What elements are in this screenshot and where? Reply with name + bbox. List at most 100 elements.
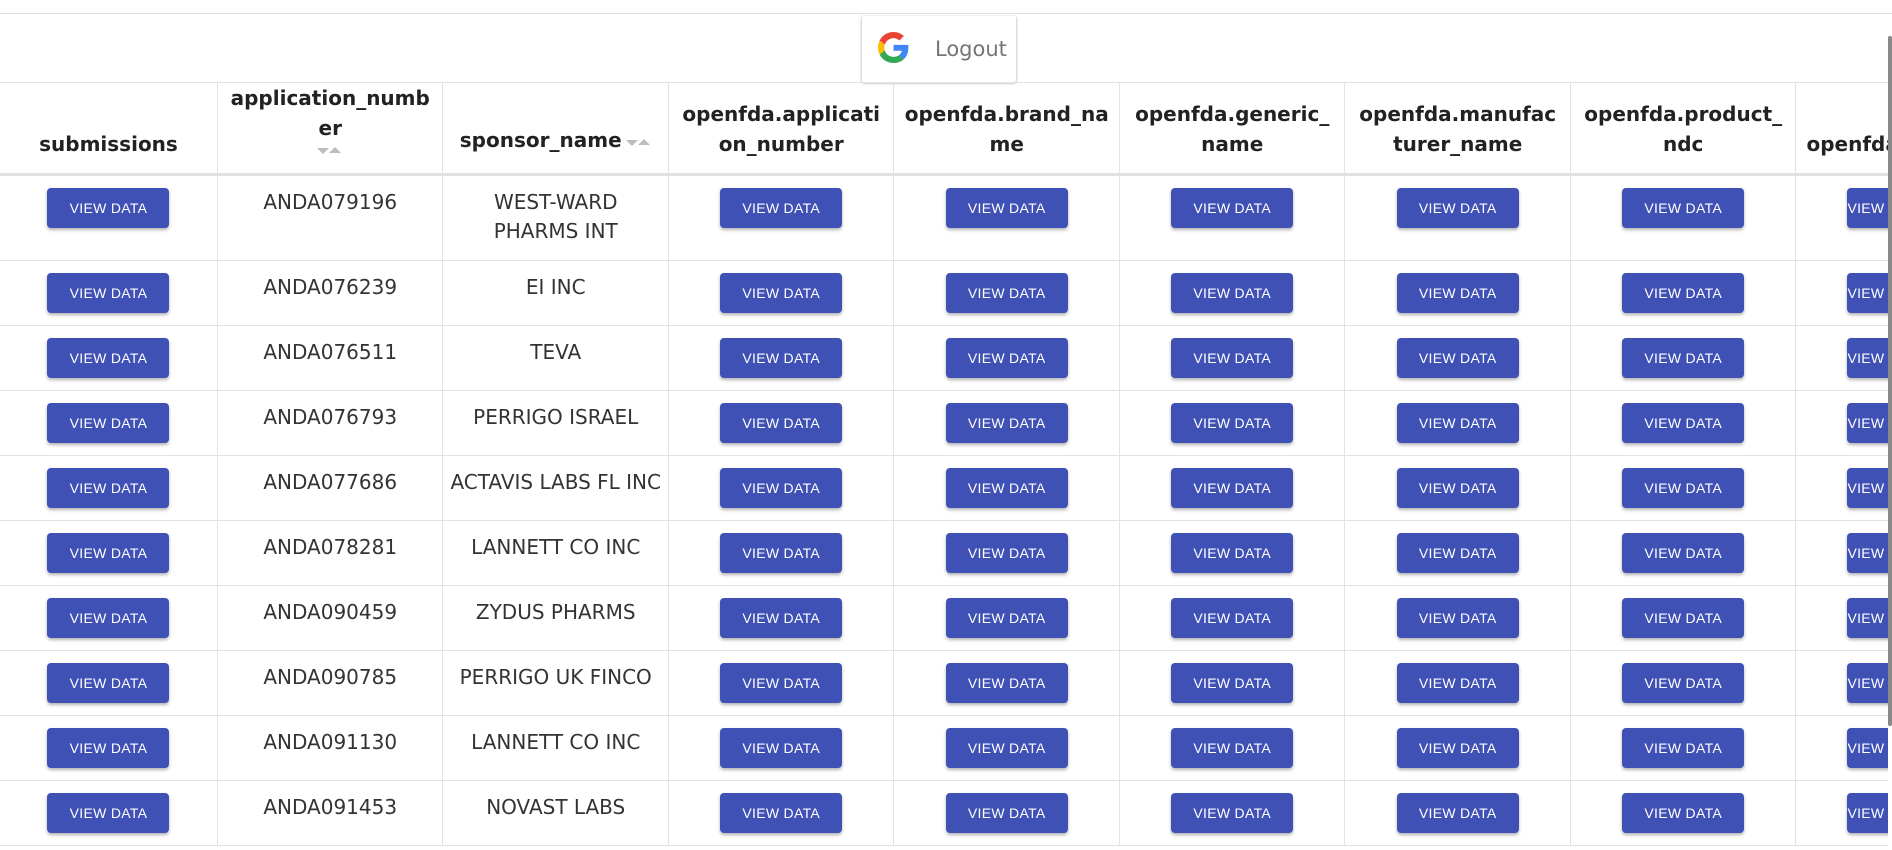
openfda-product-ndc-view-data-button[interactable]: VIEW DATA: [1622, 533, 1745, 573]
sort-arrows-icon[interactable]: [625, 137, 652, 147]
openfda-generic-name-view-data-button[interactable]: VIEW DATA: [1171, 598, 1294, 638]
submissions-cell: VIEW DATA: [0, 780, 218, 846]
column-header-submissions[interactable]: submissions: [0, 82, 218, 176]
openfda-generic-name-view-data-button[interactable]: VIEW DATA: [1171, 338, 1294, 378]
openfda-application-number-view-data-button[interactable]: VIEW DATA: [720, 663, 843, 703]
openfda-manufacturer-name-view-data-button[interactable]: VIEW DATA: [1396, 338, 1519, 378]
openfda-application-number-view-data-button[interactable]: VIEW DATA: [720, 728, 843, 768]
openfda-generic-name-view-data-button[interactable]: VIEW DATA: [1171, 188, 1294, 228]
column-header-label: openfda.manufacturer_name: [1359, 102, 1557, 156]
submissions-view-data-button[interactable]: VIEW DATA: [47, 338, 170, 378]
column-header-openfda-brand-name[interactable]: openfda.brand_name: [893, 82, 1120, 176]
column-header-openfda-generic-name[interactable]: openfda.generic_name: [1119, 82, 1346, 176]
openfda-more-view-data-button[interactable]: VIEW DATA: [1847, 728, 1888, 768]
openfda-generic-name-view-data-button[interactable]: VIEW DATA: [1171, 728, 1294, 768]
openfda-generic-name-view-data-button[interactable]: VIEW DATA: [1171, 468, 1294, 508]
openfda-generic-name-view-data-button[interactable]: VIEW DATA: [1171, 403, 1294, 443]
openfda-brand-name-view-data-button[interactable]: VIEW DATA: [945, 403, 1068, 443]
openfda-generic-name-view-data-button[interactable]: VIEW DATA: [1171, 533, 1294, 573]
sort-arrows-icon[interactable]: [317, 145, 343, 155]
openfda-product-ndc-view-data-button[interactable]: VIEW DATA: [1622, 338, 1745, 378]
openfda-application-number-view-data-button[interactable]: VIEW DATA: [720, 533, 843, 573]
openfda-product-ndc-view-data-button[interactable]: VIEW DATA: [1622, 793, 1745, 833]
openfda-manufacturer-name-view-data-button[interactable]: VIEW DATA: [1396, 468, 1519, 508]
openfda-application-number-view-data-button[interactable]: VIEW DATA: [720, 338, 843, 378]
openfda-more-view-data-button[interactable]: VIEW DATA: [1847, 403, 1888, 443]
application-number-cell: ANDA091130: [217, 715, 444, 781]
column-header-openfda-product-ndc[interactable]: openfda.product_ndc: [1570, 82, 1797, 176]
column-header-label: application_number: [230, 86, 430, 140]
openfda-application-number-view-data-button[interactable]: VIEW DATA: [720, 403, 843, 443]
openfda-product-ndc-view-data-button[interactable]: VIEW DATA: [1622, 468, 1745, 508]
openfda-generic-name-view-data-button[interactable]: VIEW DATA: [1171, 663, 1294, 703]
openfda-more-view-data-button[interactable]: VIEW DATA: [1847, 663, 1888, 703]
submissions-cell: VIEW DATA: [0, 174, 218, 261]
openfda-more-cell: VIEW DATA: [1795, 650, 1888, 716]
openfda-manufacturer-name-view-data-button[interactable]: VIEW DATA: [1396, 403, 1519, 443]
openfda-more-view-data-button[interactable]: VIEW DATA: [1847, 188, 1888, 228]
openfda-application-number-view-data-button[interactable]: VIEW DATA: [720, 188, 843, 228]
openfda-product-ndc-cell: VIEW DATA: [1570, 585, 1797, 651]
openfda-product-ndc-view-data-button[interactable]: VIEW DATA: [1622, 273, 1745, 313]
openfda-generic-name-cell: VIEW DATA: [1119, 174, 1346, 261]
openfda-product-ndc-view-data-button[interactable]: VIEW DATA: [1622, 403, 1745, 443]
column-header-openfda-more[interactable]: openfda: [1795, 82, 1888, 176]
openfda-application-number-cell: VIEW DATA: [668, 325, 895, 391]
openfda-manufacturer-name-view-data-button[interactable]: VIEW DATA: [1396, 793, 1519, 833]
submissions-view-data-button[interactable]: VIEW DATA: [47, 598, 170, 638]
application-number-cell: ANDA079196: [217, 174, 444, 261]
openfda-more-view-data-button[interactable]: VIEW DATA: [1847, 273, 1888, 313]
submissions-view-data-button[interactable]: VIEW DATA: [47, 403, 170, 443]
submissions-view-data-button[interactable]: VIEW DATA: [47, 793, 170, 833]
openfda-brand-name-view-data-button[interactable]: VIEW DATA: [945, 793, 1068, 833]
openfda-generic-name-view-data-button[interactable]: VIEW DATA: [1171, 273, 1294, 313]
openfda-brand-name-view-data-button[interactable]: VIEW DATA: [945, 468, 1068, 508]
openfda-brand-name-view-data-button[interactable]: VIEW DATA: [945, 728, 1068, 768]
openfda-more-view-data-button[interactable]: VIEW DATA: [1847, 598, 1888, 638]
openfda-generic-name-view-data-button[interactable]: VIEW DATA: [1171, 793, 1294, 833]
openfda-brand-name-view-data-button[interactable]: VIEW DATA: [945, 338, 1068, 378]
openfda-manufacturer-name-view-data-button[interactable]: VIEW DATA: [1396, 188, 1519, 228]
openfda-more-view-data-button[interactable]: VIEW DATA: [1847, 533, 1888, 573]
openfda-application-number-view-data-button[interactable]: VIEW DATA: [720, 793, 843, 833]
openfda-brand-name-view-data-button[interactable]: VIEW DATA: [945, 188, 1068, 228]
openfda-manufacturer-name-view-data-button[interactable]: VIEW DATA: [1396, 728, 1519, 768]
column-header-openfda-application-number[interactable]: openfda.application_number: [668, 82, 895, 176]
submissions-view-data-button[interactable]: VIEW DATA: [47, 533, 170, 573]
openfda-application-number-view-data-button[interactable]: VIEW DATA: [720, 468, 843, 508]
submissions-view-data-button[interactable]: VIEW DATA: [47, 273, 170, 313]
submissions-view-data-button[interactable]: VIEW DATA: [47, 663, 170, 703]
openfda-product-ndc-view-data-button[interactable]: VIEW DATA: [1622, 728, 1745, 768]
top-divider: [0, 13, 1892, 14]
vertical-scrollbar[interactable]: [1888, 36, 1892, 726]
openfda-product-ndc-view-data-button[interactable]: VIEW DATA: [1622, 663, 1745, 703]
openfda-brand-name-view-data-button[interactable]: VIEW DATA: [945, 598, 1068, 638]
openfda-brand-name-cell: VIEW DATA: [893, 325, 1120, 391]
openfda-more-view-data-button[interactable]: VIEW DATA: [1847, 468, 1888, 508]
openfda-product-ndc-view-data-button[interactable]: VIEW DATA: [1622, 188, 1745, 228]
openfda-product-ndc-cell: VIEW DATA: [1570, 650, 1797, 716]
openfda-manufacturer-name-view-data-button[interactable]: VIEW DATA: [1396, 533, 1519, 573]
submissions-view-data-button[interactable]: VIEW DATA: [47, 188, 170, 228]
submissions-cell: VIEW DATA: [0, 260, 218, 326]
google-logout-button[interactable]: Logout: [862, 16, 1016, 82]
column-header-openfda-manufacturer-name[interactable]: openfda.manufacturer_name: [1344, 82, 1571, 176]
openfda-brand-name-view-data-button[interactable]: VIEW DATA: [945, 663, 1068, 703]
column-header-application-number[interactable]: application_number: [217, 82, 444, 176]
openfda-manufacturer-name-view-data-button[interactable]: VIEW DATA: [1396, 663, 1519, 703]
openfda-manufacturer-name-view-data-button[interactable]: VIEW DATA: [1396, 598, 1519, 638]
submissions-view-data-button[interactable]: VIEW DATA: [47, 728, 170, 768]
openfda-more-view-data-button[interactable]: VIEW DATA: [1847, 793, 1888, 833]
openfda-manufacturer-name-view-data-button[interactable]: VIEW DATA: [1396, 273, 1519, 313]
openfda-application-number-view-data-button[interactable]: VIEW DATA: [720, 273, 843, 313]
openfda-brand-name-view-data-button[interactable]: VIEW DATA: [945, 533, 1068, 573]
openfda-brand-name-view-data-button[interactable]: VIEW DATA: [945, 273, 1068, 313]
submissions-view-data-button[interactable]: VIEW DATA: [47, 468, 170, 508]
openfda-more-view-data-button[interactable]: VIEW DATA: [1847, 338, 1888, 378]
openfda-product-ndc-cell: VIEW DATA: [1570, 520, 1797, 586]
table-row: VIEW DATA ANDA091130 LANNETT CO INC VIEW DA…: [0, 715, 1888, 781]
application-number-cell: ANDA076793: [217, 390, 444, 456]
openfda-product-ndc-view-data-button[interactable]: VIEW DATA: [1622, 598, 1745, 638]
openfda-application-number-view-data-button[interactable]: VIEW DATA: [720, 598, 843, 638]
column-header-sponsor-name[interactable]: sponsor_name: [442, 82, 669, 176]
